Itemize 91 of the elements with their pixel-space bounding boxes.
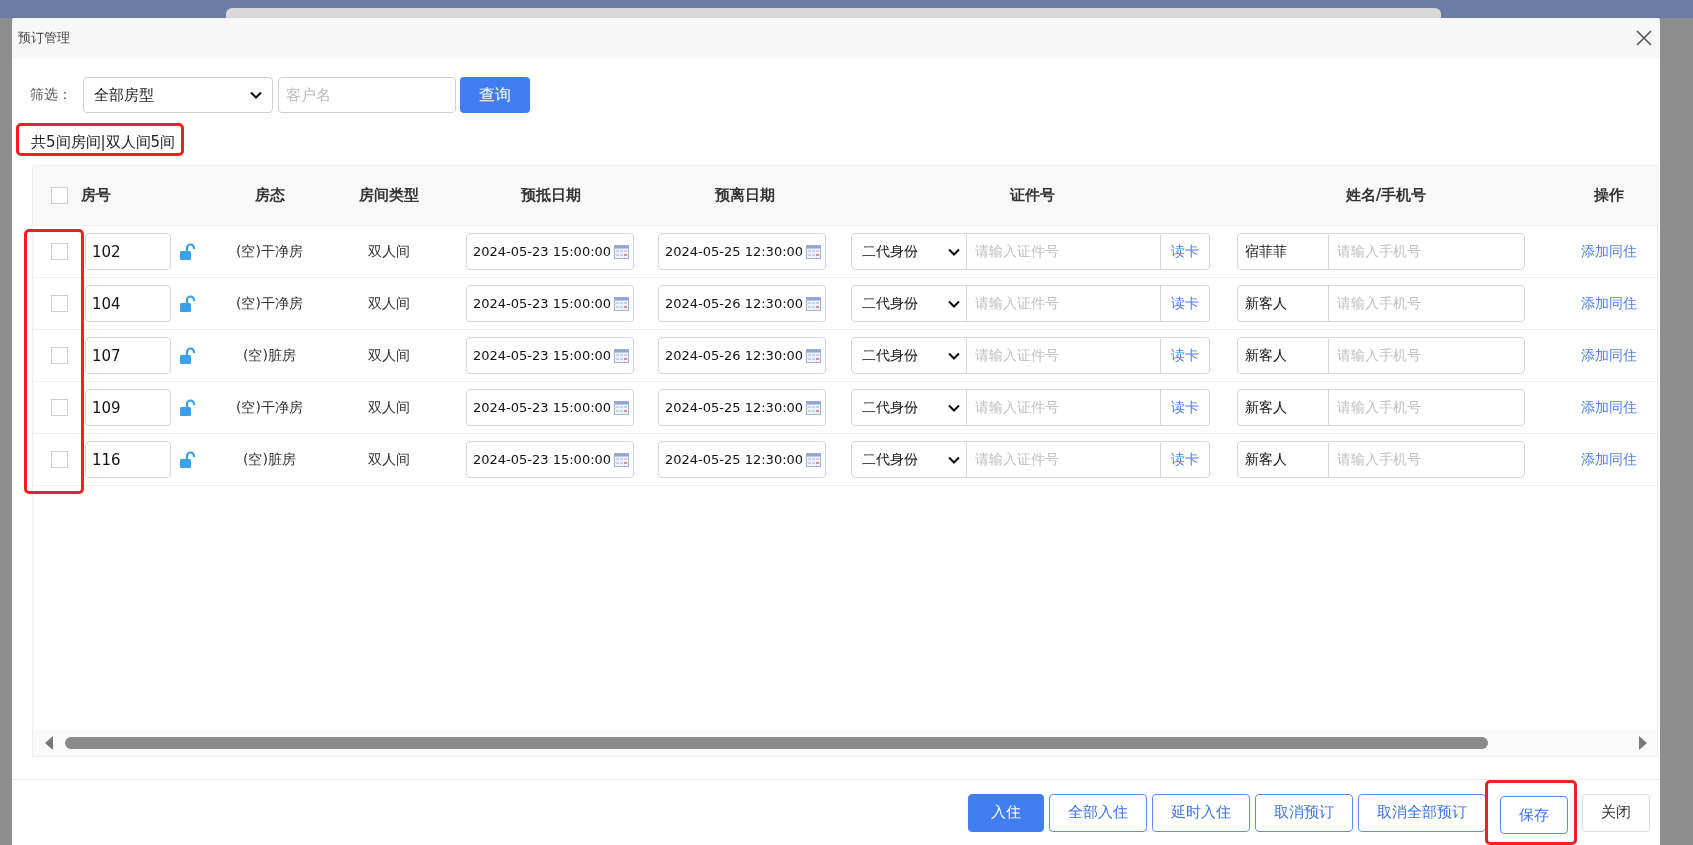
id-type-select[interactable]: 二代身份 [852, 390, 967, 425]
departure-date-field[interactable]: 2024-05-25 12:30:00 [658, 233, 826, 270]
action-button[interactable]: 全部入住 [1049, 793, 1147, 832]
column-header: 操作 [1594, 186, 1624, 205]
room-type: 双人间 [367, 346, 410, 365]
close-icon[interactable] [1636, 30, 1652, 46]
scroll-left-icon[interactable] [45, 736, 53, 750]
read-card-button[interactable]: 读卡 [1161, 286, 1209, 321]
scroll-right-icon[interactable] [1639, 736, 1647, 750]
column-header: 房号 [81, 186, 111, 205]
horizontal-scrollbar[interactable] [33, 730, 1657, 756]
room-status: (空)干净房 [236, 294, 303, 313]
add-cotenant-link[interactable]: 添加同住 [1581, 242, 1637, 261]
room-status: (空)干净房 [236, 398, 303, 417]
checkbox[interactable] [51, 295, 68, 312]
dropdown-caret-icon[interactable] [948, 351, 960, 360]
search-button[interactable]: 查询 [460, 77, 530, 113]
column-header: 房间类型 [358, 186, 419, 205]
add-cotenant-link[interactable]: 添加同住 [1581, 450, 1637, 469]
action-button[interactable]: 取消预订 [1255, 793, 1353, 832]
calendar-icon[interactable] [614, 244, 629, 259]
departure-date-field[interactable]: 2024-05-25 12:30:00 [658, 389, 826, 426]
dropdown-caret-icon[interactable] [948, 455, 960, 464]
action-button[interactable]: 取消全部预订 [1358, 793, 1486, 832]
calendar-icon[interactable] [806, 244, 821, 259]
id-type-select[interactable]: 二代身份 [852, 234, 967, 269]
dropdown-caret-icon[interactable] [948, 403, 960, 412]
room-type: 双人间 [367, 398, 410, 417]
action-button[interactable]: 关闭 [1582, 793, 1650, 832]
room-type: 双人间 [367, 242, 410, 261]
calendar-icon[interactable] [806, 400, 821, 415]
read-card-button[interactable]: 读卡 [1161, 338, 1209, 373]
read-card-button[interactable]: 读卡 [1161, 442, 1209, 477]
column-header: 房态 [254, 186, 285, 205]
unlocked-padlock-icon[interactable] [179, 346, 197, 365]
dialog-title: 预订管理 [18, 29, 70, 47]
add-cotenant-link[interactable]: 添加同住 [1581, 294, 1637, 313]
calendar-icon[interactable] [614, 296, 629, 311]
action-button[interactable]: 延时入住 [1152, 793, 1250, 832]
departure-date-field[interactable]: 2024-05-25 12:30:00 [658, 441, 826, 478]
check-in-button[interactable]: 入住 [968, 793, 1044, 832]
arrival-date-field[interactable]: 2024-05-23 15:00:00 [466, 441, 634, 478]
column-header: 预抵日期 [521, 186, 581, 205]
room-number-field[interactable]: 109 [85, 389, 171, 426]
add-cotenant-link[interactable]: 添加同住 [1581, 346, 1637, 365]
id-type-select[interactable]: 二代身份 [852, 286, 967, 321]
unlocked-padlock-icon[interactable] [179, 242, 197, 261]
calendar-icon[interactable] [806, 348, 821, 363]
checkbox[interactable] [51, 243, 68, 260]
id-type-select[interactable]: 二代身份 [852, 338, 967, 373]
checkbox[interactable] [51, 399, 68, 416]
calendar-icon[interactable] [806, 452, 821, 467]
room-type: 双人间 [367, 294, 410, 313]
room-number-field[interactable]: 107 [85, 337, 171, 374]
arrival-date-field[interactable]: 2024-05-23 15:00:00 [466, 389, 634, 426]
calendar-icon[interactable] [806, 296, 821, 311]
room-status: (空)脏房 [243, 450, 296, 469]
room-status: (空)干净房 [236, 242, 303, 261]
room-number-field[interactable]: 102 [85, 233, 171, 270]
room-number-field[interactable]: 116 [85, 441, 171, 478]
read-card-button[interactable]: 读卡 [1161, 390, 1209, 425]
departure-date-field[interactable]: 2024-05-26 12:30:00 [658, 337, 826, 374]
dropdown-caret-icon[interactable] [948, 299, 960, 308]
calendar-icon[interactable] [614, 400, 629, 415]
room-status: (空)脏房 [243, 346, 296, 365]
checkbox[interactable] [51, 347, 68, 364]
read-card-button[interactable]: 读卡 [1161, 234, 1209, 269]
checkbox[interactable] [51, 187, 68, 204]
arrival-date-field[interactable]: 2024-05-23 15:00:00 [466, 233, 634, 270]
arrival-date-field[interactable]: 2024-05-23 15:00:00 [466, 337, 634, 374]
column-header: 预离日期 [715, 186, 775, 205]
dropdown-caret-icon[interactable] [948, 247, 960, 256]
unlocked-padlock-icon[interactable] [179, 294, 197, 313]
filter-label: 筛选： [30, 86, 72, 104]
column-header: 姓名/手机号 [1345, 186, 1427, 205]
room-count-summary: 共5间房间|双人间5间 [31, 132, 176, 152]
room-type-select[interactable]: 全部房型 [83, 77, 273, 113]
room-number-field[interactable]: 104 [85, 285, 171, 322]
column-header: 证件号 [1010, 186, 1055, 205]
dropdown-caret-icon[interactable] [250, 91, 262, 99]
calendar-icon[interactable] [614, 348, 629, 363]
id-type-select[interactable]: 二代身份 [852, 442, 967, 477]
calendar-icon[interactable] [614, 452, 629, 467]
departure-date-field[interactable]: 2024-05-26 12:30:00 [658, 285, 826, 322]
unlocked-padlock-icon[interactable] [179, 398, 197, 417]
checkbox[interactable] [51, 451, 68, 468]
room-type: 双人间 [367, 450, 410, 469]
action-button[interactable]: 保存 [1500, 796, 1568, 834]
arrival-date-field[interactable]: 2024-05-23 15:00:00 [466, 285, 634, 322]
unlocked-padlock-icon[interactable] [179, 450, 197, 469]
add-cotenant-link[interactable]: 添加同住 [1581, 398, 1637, 417]
